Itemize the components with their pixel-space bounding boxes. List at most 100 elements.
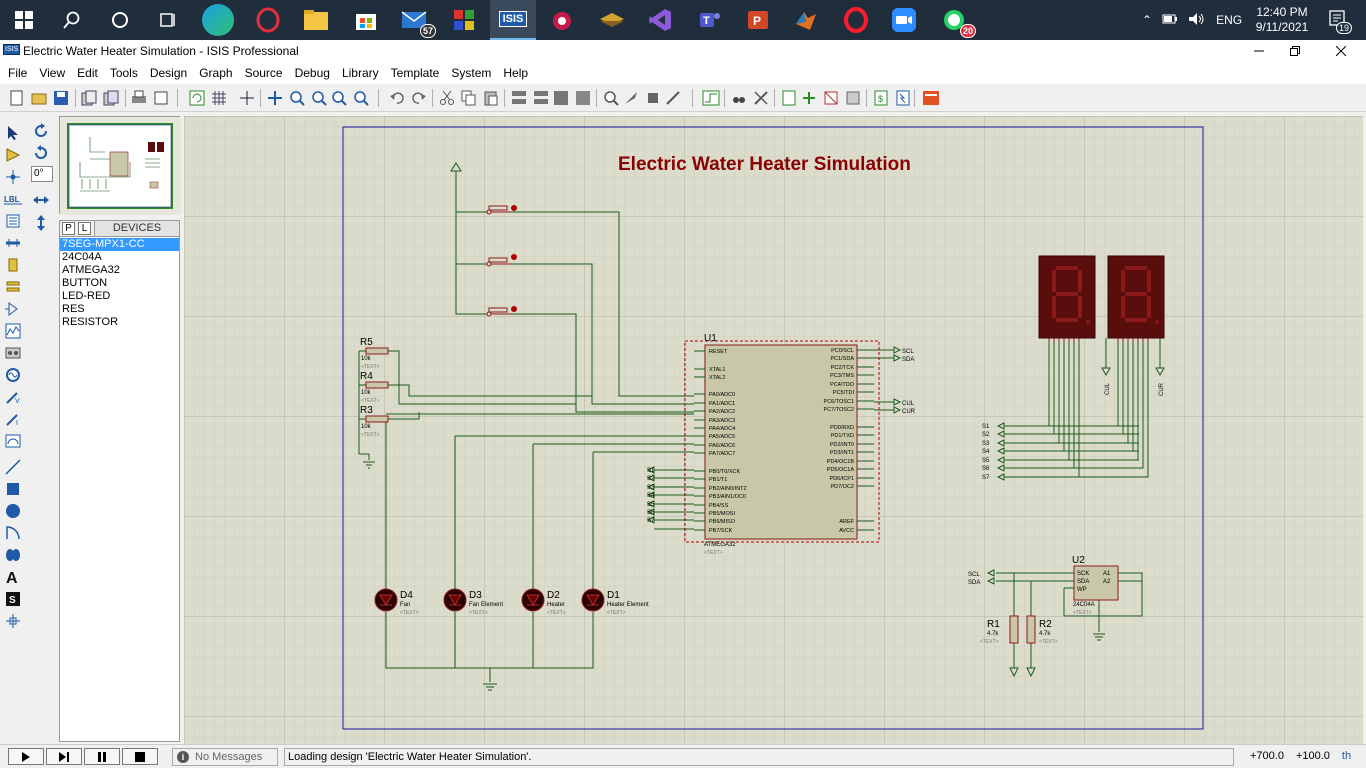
mirror-horizontal-icon[interactable] <box>32 192 50 208</box>
block-rotate-icon[interactable] <box>552 89 570 107</box>
path-tool-icon[interactable] <box>4 546 22 564</box>
bill-of-materials-icon[interactable]: $ <box>872 89 890 107</box>
menu-view[interactable]: View <box>33 66 71 80</box>
graph-mode-icon[interactable] <box>4 322 22 340</box>
electrical-rules-icon[interactable] <box>894 89 912 107</box>
device-item[interactable]: ATMEGA32 <box>60 264 179 277</box>
junction-dot-icon[interactable] <box>4 168 22 186</box>
isis-taskbar-button[interactable]: ISIS <box>490 0 536 40</box>
decompose-icon[interactable] <box>664 89 682 107</box>
notification-center-icon[interactable]: 19 <box>1324 0 1354 40</box>
mirror-vertical-icon[interactable] <box>32 214 50 232</box>
device-item[interactable]: LED-RED <box>60 290 179 303</box>
cut-icon[interactable] <box>438 89 456 107</box>
grid-icon[interactable] <box>210 89 228 107</box>
schematic-title[interactable]: Electric Water Heater Simulation <box>618 154 911 175</box>
symbol-tool-icon[interactable]: S <box>4 590 22 608</box>
close-button[interactable] <box>1318 40 1364 62</box>
virtual-instrument-icon[interactable] <box>4 432 22 450</box>
language-indicator[interactable]: ENG <box>1216 13 1242 27</box>
bus-icon[interactable] <box>4 234 22 252</box>
terminals-icon[interactable] <box>4 278 22 296</box>
pick-device-icon[interactable] <box>602 89 620 107</box>
zoom-all-icon[interactable] <box>330 89 348 107</box>
menu-debug[interactable]: Debug <box>289 66 336 80</box>
raspberry-app-icon[interactable] <box>546 4 578 36</box>
undo-icon[interactable] <box>388 89 406 107</box>
wire-label-icon[interactable]: LBL <box>4 190 22 208</box>
block-copy-icon[interactable] <box>510 89 528 107</box>
pan-icon[interactable] <box>266 89 284 107</box>
microcontroller-u1[interactable]: U1 ATMEGA32 <TEXT> RESET XTAL1 XTAL2 PA0/AD… <box>684 333 880 556</box>
library-manager-button[interactable]: L <box>78 222 91 235</box>
origin-icon[interactable] <box>238 89 256 107</box>
zoom-area-icon[interactable] <box>352 89 370 107</box>
import-section-icon[interactable] <box>80 89 98 107</box>
pick-devices-button[interactable]: P <box>62 222 75 235</box>
teams-icon[interactable]: T <box>694 4 726 36</box>
new-sheet-icon[interactable] <box>780 89 798 107</box>
selection-mode-icon[interactable] <box>4 124 22 142</box>
menu-tools[interactable]: Tools <box>104 66 144 80</box>
subcircuit-icon[interactable] <box>4 256 22 274</box>
play-button[interactable] <box>8 748 44 765</box>
line-tool-icon[interactable] <box>4 458 22 476</box>
device-item[interactable]: RESISTOR <box>60 316 179 329</box>
menu-library[interactable]: Library <box>336 66 385 80</box>
property-tool-icon[interactable] <box>752 89 770 107</box>
netlist-to-ares-icon[interactable] <box>922 89 940 107</box>
book-app-icon[interactable] <box>596 4 628 36</box>
menu-template[interactable]: Template <box>385 66 446 80</box>
edge-browser-icon[interactable] <box>202 4 234 36</box>
box-tool-icon[interactable] <box>4 480 22 498</box>
rotation-input[interactable]: 0° <box>31 166 53 182</box>
open-folder-icon[interactable] <box>30 89 48 107</box>
step-button[interactable] <box>46 748 82 765</box>
pause-button[interactable] <box>84 748 120 765</box>
block-move-icon[interactable] <box>532 89 550 107</box>
battery-icon[interactable] <box>1162 13 1178 28</box>
stop-button[interactable] <box>122 748 158 765</box>
messages-panel[interactable]: i No Messages <box>172 748 278 766</box>
menu-edit[interactable]: Edit <box>71 66 104 80</box>
whatsapp-icon[interactable]: 20 <box>938 4 976 38</box>
copy-icon[interactable] <box>460 89 478 107</box>
opera-gx-icon[interactable] <box>252 4 284 36</box>
powerpoint-icon[interactable]: P <box>742 4 774 36</box>
arc-tool-icon[interactable] <box>4 524 22 542</box>
redraw-icon[interactable] <box>188 89 206 107</box>
menu-system[interactable]: System <box>445 66 497 80</box>
clock[interactable]: 12:40 PM 9/11/2021 <box>1248 0 1316 40</box>
office-app-icon[interactable] <box>448 4 480 36</box>
task-view-icon[interactable] <box>152 4 184 36</box>
search-icon[interactable] <box>56 4 88 36</box>
zoom-out-icon[interactable] <box>310 89 328 107</box>
device-item[interactable]: RES <box>60 303 179 316</box>
block-delete-icon[interactable] <box>574 89 592 107</box>
tape-recorder-icon[interactable] <box>4 344 22 362</box>
voltage-probe-icon[interactable]: V <box>4 388 22 406</box>
new-file-icon[interactable] <box>8 89 26 107</box>
windows-start-icon[interactable] <box>8 4 40 36</box>
redo-icon[interactable] <box>410 89 428 107</box>
volume-icon[interactable] <box>1188 12 1206 29</box>
mail-icon[interactable]: 57 <box>398 4 436 38</box>
rotate-clockwise-icon[interactable] <box>32 122 50 140</box>
print-icon[interactable] <box>130 89 148 107</box>
matlab-icon[interactable] <box>790 4 822 36</box>
generator-icon[interactable] <box>4 366 22 384</box>
circle-tool-icon[interactable] <box>4 502 22 520</box>
cortana-icon[interactable] <box>104 4 136 36</box>
remove-sheet-icon[interactable] <box>822 89 840 107</box>
menu-design[interactable]: Design <box>144 66 193 80</box>
schematic-editing-window[interactable]: Electric Water Heater Simulation R5 10k … <box>184 116 1363 744</box>
search-tag-icon[interactable] <box>730 89 748 107</box>
package-tool-icon[interactable] <box>644 89 662 107</box>
menu-file[interactable]: File <box>2 66 33 80</box>
zoom-icon[interactable] <box>888 4 920 36</box>
device-item[interactable]: 7SEG-MPX1-CC <box>60 238 179 251</box>
paste-icon[interactable] <box>482 89 500 107</box>
exit-to-parent-icon[interactable] <box>844 89 862 107</box>
print-area-icon[interactable] <box>152 89 170 107</box>
add-sheet-icon[interactable] <box>800 89 818 107</box>
